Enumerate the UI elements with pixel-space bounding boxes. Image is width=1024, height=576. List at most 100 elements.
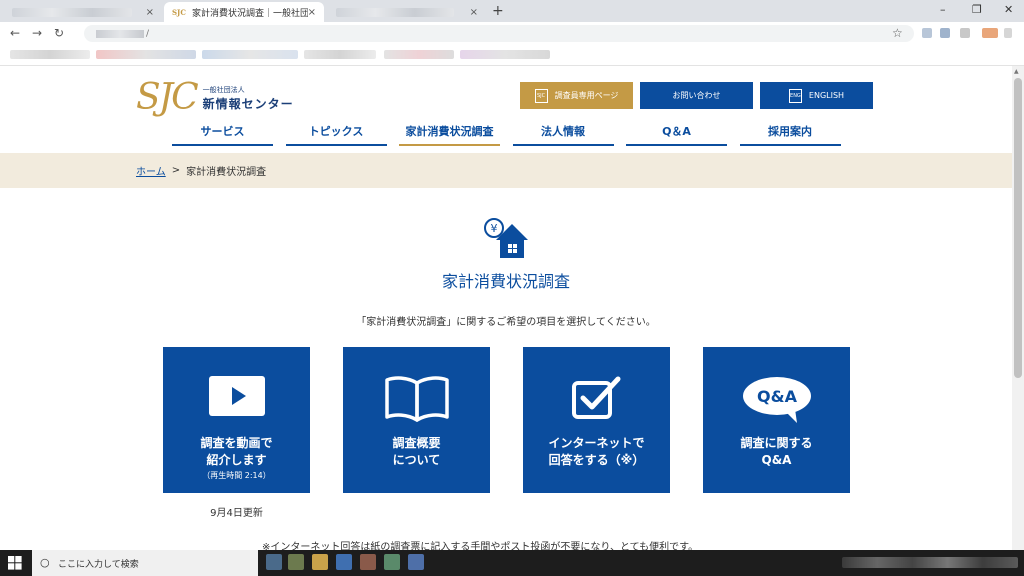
breadcrumb-separator: > [171, 165, 181, 176]
card-label-line1: 調査を動画で [200, 436, 273, 450]
taskbar-app-icon[interactable] [336, 554, 352, 570]
extension-icon[interactable] [940, 28, 950, 38]
taskbar-search-box[interactable]: ○ ここに入力して検索 [32, 550, 258, 576]
reload-icon[interactable]: ↻ [54, 26, 64, 40]
global-nav: サービス トピックス 家計消費状況調査 法人情報 Q＆A 採用案内 [172, 122, 853, 146]
page-scrollbar[interactable]: ▲ [1012, 66, 1024, 550]
play-video-icon [208, 376, 265, 416]
site-logo[interactable]: SJC 一般社団法人 新情報センター [136, 80, 294, 116]
nav-item-household-survey[interactable]: 家計消費状況調査 [399, 122, 500, 146]
browser-tab-active[interactable]: SJC 家計消費状況調査｜一般社団法人 × [164, 2, 324, 22]
english-badge-icon: ENG [788, 88, 802, 103]
house-yen-icon: ¥ [484, 218, 528, 258]
search-icon: ○ [40, 556, 50, 569]
system-tray[interactable] [842, 557, 1018, 568]
logo-text: 一般社団法人 新情報センター [203, 85, 294, 112]
taskbar-app-icon[interactable] [384, 554, 400, 570]
open-book-icon [384, 376, 449, 422]
page-title: 家計消費状況調査 [441, 272, 570, 291]
blurred-tab-title [336, 7, 454, 17]
bookmark-item[interactable] [10, 50, 90, 59]
breadcrumb-current: 家計消費状況調査 [186, 167, 267, 178]
surveyor-page-button[interactable]: SJC 調査員専用ページ [520, 82, 633, 109]
card-icon-wrap: Q&A [703, 375, 850, 423]
blurred-url [96, 29, 144, 38]
internet-answer-card[interactable]: インターネットで 回答をする（※） [523, 347, 670, 493]
address-text: / [146, 28, 150, 39]
contact-button[interactable]: お問い合わせ [640, 82, 753, 109]
scroll-up-icon[interactable]: ▲ [1014, 68, 1019, 75]
bookmark-item[interactable] [202, 50, 298, 59]
english-label: ENGLISH [808, 91, 845, 100]
qa-bubble-icon: Q&A [742, 377, 811, 423]
card-icon-wrap [343, 375, 490, 422]
lead-text: 「家計消費状況調査」に関するご希望の項目を選択してください。 [356, 317, 656, 328]
back-icon[interactable]: ← [10, 26, 20, 40]
card-label: 調査を動画で 紹介します （再生時間 2:14） [163, 435, 310, 483]
site-favicon-icon: SJC [172, 7, 186, 17]
tab-close-icon[interactable]: × [308, 7, 316, 18]
svg-text:¥: ¥ [491, 222, 498, 235]
survey-overview-card[interactable]: 調査概要 について [343, 347, 490, 493]
taskbar-app-icon[interactable] [266, 554, 282, 570]
video-intro-card[interactable]: 調査を動画で 紹介します （再生時間 2:14） [163, 347, 310, 493]
video-updated-date: 9月4日更新 [210, 508, 263, 519]
card-label: 調査に関する Q&A [703, 435, 850, 469]
card-label-line1: 調査に関する [740, 436, 813, 450]
taskbar-search-placeholder: ここに入力して検索 [58, 559, 139, 570]
browser-tab-inactive[interactable]: × [4, 2, 162, 22]
nav-item-services[interactable]: サービス [172, 122, 273, 146]
minimize-icon[interactable]: – [940, 3, 946, 16]
contact-label: お問い合わせ [672, 91, 721, 100]
maximize-icon[interactable]: ❐ [972, 3, 982, 16]
nav-item-recruit[interactable]: 採用案内 [739, 122, 841, 146]
breadcrumb-home-link[interactable]: ホーム [136, 163, 166, 178]
qa-bubble-text: Q&A [757, 387, 798, 406]
windows-start-icon[interactable] [8, 556, 22, 570]
internet-answer-note: ※インターネット回答は紙の調査票に記入する手間やポスト投函が不要になり、とても便… [262, 542, 699, 550]
card-label-line1: インターネットで [548, 436, 645, 450]
new-tab-icon[interactable]: + [492, 3, 504, 19]
bookmark-star-icon[interactable]: ☆ [892, 26, 903, 40]
active-tab-title: 家計消費状況調査｜一般社団法人 [191, 8, 308, 19]
tab-close-icon[interactable]: × [470, 7, 478, 18]
browser-tab-inactive[interactable]: × [328, 2, 486, 22]
menu-icon[interactable] [1004, 28, 1012, 38]
window-close-icon[interactable]: ✕ [1004, 3, 1013, 16]
taskbar-app-icon[interactable] [288, 554, 304, 570]
english-button[interactable]: ENG ENGLISH [760, 82, 873, 109]
card-label-line1: 調査概要 [392, 436, 441, 450]
profile-avatar-icon[interactable] [982, 28, 998, 38]
taskbar-app-icon[interactable] [408, 554, 424, 570]
bookmark-item[interactable] [304, 50, 376, 59]
card-icon-wrap [523, 375, 670, 421]
taskbar-app-icon[interactable] [360, 554, 376, 570]
bookmark-item[interactable] [460, 50, 550, 59]
card-label-line2: について [392, 453, 441, 467]
bookmark-item[interactable] [384, 50, 454, 59]
card-label-line2: Q&A [761, 453, 792, 467]
extension-icon[interactable] [960, 28, 970, 38]
card-label-line2: 紹介します [206, 453, 267, 467]
card-label-line2: 回答をする（※） [548, 453, 645, 467]
survey-qa-card[interactable]: Q&A 調査に関する Q&A [703, 347, 850, 493]
sjc-badge-icon: SJC [534, 88, 548, 103]
card-playtime: （再生時間 2:14） [202, 471, 271, 480]
card-label: インターネットで 回答をする（※） [523, 435, 670, 469]
nav-item-corporate-info[interactable]: 法人情報 [512, 122, 614, 146]
tab-close-icon[interactable]: × [146, 7, 154, 18]
extension-icon[interactable] [922, 28, 932, 38]
address-bar[interactable]: / [84, 25, 914, 42]
nav-item-topics[interactable]: トピックス [285, 122, 387, 146]
bookmark-item[interactable] [96, 50, 196, 59]
taskbar-app-icon[interactable] [312, 554, 328, 570]
card-icon-wrap [163, 375, 310, 421]
logo-org-name: 新情報センター [202, 97, 294, 111]
nav-item-qa[interactable]: Q＆A [626, 122, 727, 146]
forward-icon[interactable]: → [32, 26, 42, 40]
surveyor-page-label: 調査員専用ページ [554, 91, 619, 100]
scrollbar-thumb[interactable] [1014, 78, 1022, 378]
web-page: SJC 一般社団法人 新情報センター SJC 調査員専用ページ お問い合わせ E… [0, 66, 1012, 550]
checkbox-icon [571, 376, 620, 419]
blurred-tab-title [12, 7, 132, 17]
